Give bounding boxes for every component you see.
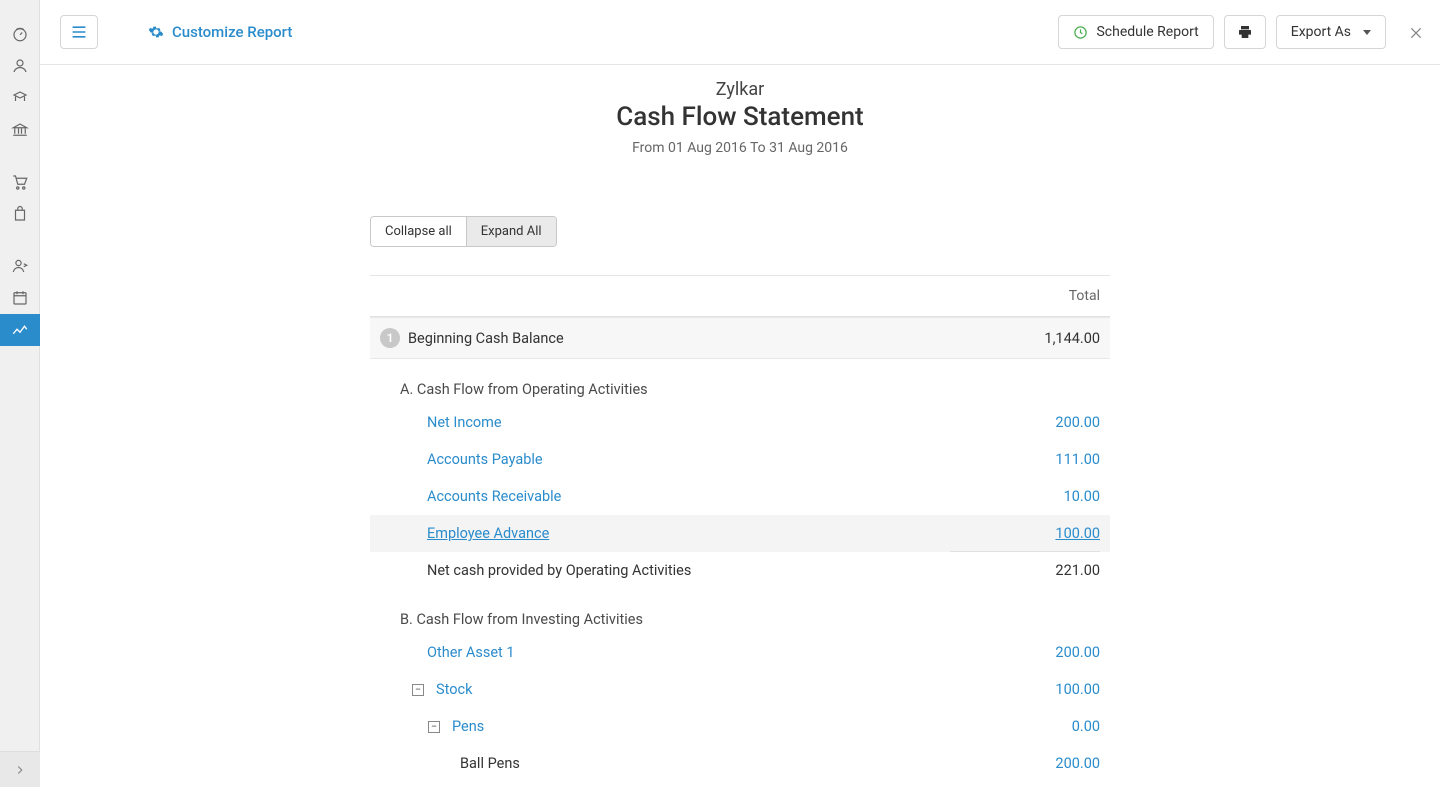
pens-link[interactable]: Pens [452, 718, 484, 735]
step-badge-1: 1 [380, 328, 400, 348]
row-net-income[interactable]: Net Income 200.00 [370, 404, 1110, 441]
export-as-label: Export As [1291, 24, 1351, 40]
timesheet-icon[interactable] [0, 282, 40, 314]
net-operating-amount: 221.00 [980, 562, 1100, 579]
export-as-button[interactable]: Export As [1276, 15, 1386, 49]
ball-pens-amount[interactable]: 200.00 [980, 755, 1100, 772]
column-header-total: Total [370, 276, 1110, 317]
accounts-payable-link[interactable]: Accounts Payable [427, 451, 543, 468]
row-accounts-receivable[interactable]: Accounts Receivable 10.00 [370, 478, 1110, 515]
reports-icon[interactable] [0, 314, 40, 346]
report-panel: Customize Report Schedule Report Export … [40, 0, 1440, 787]
chevron-down-icon [1363, 30, 1371, 35]
beginning-balance-label: Beginning Cash Balance [408, 330, 564, 347]
report-title: Cash Flow Statement [120, 102, 1360, 132]
row-pens[interactable]: − Pens 0.00 [370, 708, 1110, 745]
section-a-header: A. Cash Flow from Operating Activities [370, 359, 1110, 404]
row-ball-pens[interactable]: Ball Pens 200.00 [370, 745, 1110, 782]
print-button[interactable] [1224, 15, 1266, 49]
section-b-label: B. Cash Flow from Investing Activities [400, 611, 1100, 628]
employee-advance-link[interactable]: Employee Advance [427, 525, 549, 542]
expand-sidebar-icon[interactable] [0, 751, 40, 787]
customize-report-label: Customize Report [172, 23, 292, 41]
beginning-balance-amount: 1,144.00 [980, 330, 1100, 347]
sales-icon[interactable] [0, 166, 40, 198]
print-icon [1237, 24, 1253, 40]
close-icon [1408, 25, 1424, 41]
net-income-link[interactable]: Net Income [427, 414, 502, 431]
toggle-sidebar-button[interactable] [60, 15, 98, 49]
report-body: Zylkar Cash Flow Statement From 01 Aug 2… [40, 65, 1440, 787]
dashboard-icon[interactable] [0, 18, 40, 50]
accounts-payable-amount[interactable]: 111.00 [980, 451, 1100, 468]
other-asset-amount[interactable]: 200.00 [980, 644, 1100, 661]
report-table: Total 1 Beginning Cash Balance 1,144.00 … [370, 275, 1110, 787]
report-toolbar: Customize Report Schedule Report Export … [40, 0, 1440, 65]
row-accounts-payable[interactable]: Accounts Payable 111.00 [370, 441, 1110, 478]
row-other-asset[interactable]: Other Asset 1 200.00 [370, 634, 1110, 671]
row-employee-advance[interactable]: Employee Advance 100.00 [370, 515, 1110, 552]
collapse-toggle-pens[interactable]: − [428, 721, 440, 733]
row-net-operating: Net cash provided by Operating Activitie… [370, 552, 1110, 589]
collapse-toggle-stock[interactable]: − [412, 684, 424, 696]
schedule-report-button[interactable]: Schedule Report [1058, 15, 1213, 49]
accountant-icon[interactable] [0, 250, 40, 282]
close-button[interactable] [1400, 21, 1432, 45]
purchases-icon[interactable] [0, 198, 40, 230]
report-header: Zylkar Cash Flow Statement From 01 Aug 2… [120, 65, 1360, 156]
expand-collapse-segmented: Collapse all Expand All [370, 216, 557, 247]
expand-all-button[interactable]: Expand All [466, 217, 556, 246]
stock-link[interactable]: Stock [436, 681, 472, 698]
stock-amount[interactable]: 100.00 [980, 681, 1100, 698]
net-operating-label: Net cash provided by Operating Activitie… [380, 562, 980, 579]
row-beginning-balance: 1 Beginning Cash Balance 1,144.00 [370, 317, 1110, 359]
customize-report-link[interactable]: Customize Report [148, 23, 292, 41]
ball-pens-label: Ball Pens [460, 755, 520, 772]
section-b-header: B. Cash Flow from Investing Activities [370, 589, 1110, 634]
employee-advance-amount[interactable]: 100.00 [980, 525, 1100, 542]
accounts-receivable-link[interactable]: Accounts Receivable [427, 488, 561, 505]
items-icon[interactable] [0, 82, 40, 114]
accounts-receivable-amount[interactable]: 10.00 [980, 488, 1100, 505]
collapse-all-button[interactable]: Collapse all [371, 217, 466, 246]
row-total-pens: Total for Pens 200.00 [370, 782, 1110, 787]
banking-icon[interactable] [0, 114, 40, 146]
contacts-icon[interactable] [0, 50, 40, 82]
gear-icon [148, 24, 164, 40]
other-asset-link[interactable]: Other Asset 1 [427, 644, 515, 661]
row-stock[interactable]: − Stock 100.00 [370, 671, 1110, 708]
net-income-amount[interactable]: 200.00 [980, 414, 1100, 431]
company-name: Zylkar [120, 79, 1360, 100]
clock-icon [1073, 25, 1088, 40]
section-a-label: A. Cash Flow from Operating Activities [400, 381, 1100, 398]
report-date-range: From 01 Aug 2016 To 31 Aug 2016 [120, 140, 1360, 156]
pens-amount[interactable]: 0.00 [980, 718, 1100, 735]
left-nav-sidebar [0, 0, 40, 787]
schedule-report-label: Schedule Report [1096, 24, 1198, 40]
